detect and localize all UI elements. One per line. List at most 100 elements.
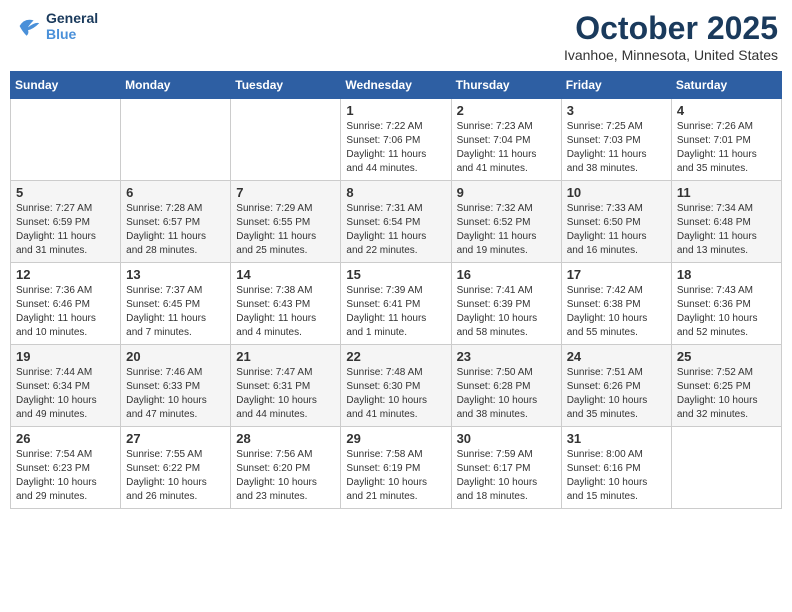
day-info: Sunrise: 7:44 AMSunset: 6:34 PMDaylight:… — [16, 366, 115, 422]
day-info: Sunrise: 7:36 AMSunset: 6:46 PMDaylight:… — [16, 284, 115, 340]
day-info: Sunrise: 7:42 AMSunset: 6:38 PMDaylight:… — [567, 284, 666, 340]
day-info: Sunrise: 7:32 AMSunset: 6:52 PMDaylight:… — [457, 202, 556, 258]
day-info: Sunrise: 7:26 AMSunset: 7:01 PMDaylight:… — [677, 120, 776, 176]
day-number: 1 — [346, 103, 445, 118]
day-info: Sunrise: 7:38 AMSunset: 6:43 PMDaylight:… — [236, 284, 335, 340]
day-cell: 26 Sunrise: 7:54 AMSunset: 6:23 PMDaylig… — [11, 427, 121, 509]
day-number: 10 — [567, 185, 666, 200]
day-number: 11 — [677, 185, 776, 200]
day-cell: 3 Sunrise: 7:25 AMSunset: 7:03 PMDayligh… — [561, 99, 671, 181]
weekday-header-saturday: Saturday — [671, 72, 781, 99]
day-info: Sunrise: 7:31 AMSunset: 6:54 PMDaylight:… — [346, 202, 445, 258]
day-info: Sunrise: 7:23 AMSunset: 7:04 PMDaylight:… — [457, 120, 556, 176]
location-text: Ivanhoe, Minnesota, United States — [564, 47, 778, 63]
day-info: Sunrise: 7:47 AMSunset: 6:31 PMDaylight:… — [236, 366, 335, 422]
day-number: 31 — [567, 431, 666, 446]
day-number: 7 — [236, 185, 335, 200]
day-cell — [231, 99, 341, 181]
day-number: 16 — [457, 267, 556, 282]
day-number: 9 — [457, 185, 556, 200]
day-cell: 27 Sunrise: 7:55 AMSunset: 6:22 PMDaylig… — [121, 427, 231, 509]
day-number: 24 — [567, 349, 666, 364]
day-info: Sunrise: 7:43 AMSunset: 6:36 PMDaylight:… — [677, 284, 776, 340]
day-cell: 21 Sunrise: 7:47 AMSunset: 6:31 PMDaylig… — [231, 345, 341, 427]
day-number: 28 — [236, 431, 335, 446]
day-number: 30 — [457, 431, 556, 446]
day-cell: 18 Sunrise: 7:43 AMSunset: 6:36 PMDaylig… — [671, 263, 781, 345]
week-row-3: 12 Sunrise: 7:36 AMSunset: 6:46 PMDaylig… — [11, 263, 782, 345]
day-cell: 11 Sunrise: 7:34 AMSunset: 6:48 PMDaylig… — [671, 181, 781, 263]
day-info: Sunrise: 7:27 AMSunset: 6:59 PMDaylight:… — [16, 202, 115, 258]
day-cell — [121, 99, 231, 181]
logo: General Blue — [14, 10, 98, 42]
day-cell: 19 Sunrise: 7:44 AMSunset: 6:34 PMDaylig… — [11, 345, 121, 427]
day-number: 14 — [236, 267, 335, 282]
day-info: Sunrise: 7:33 AMSunset: 6:50 PMDaylight:… — [567, 202, 666, 258]
day-cell: 5 Sunrise: 7:27 AMSunset: 6:59 PMDayligh… — [11, 181, 121, 263]
day-cell: 25 Sunrise: 7:52 AMSunset: 6:25 PMDaylig… — [671, 345, 781, 427]
day-info: Sunrise: 7:39 AMSunset: 6:41 PMDaylight:… — [346, 284, 445, 340]
weekday-header-sunday: Sunday — [11, 72, 121, 99]
day-number: 17 — [567, 267, 666, 282]
day-info: Sunrise: 8:00 AMSunset: 6:16 PMDaylight:… — [567, 448, 666, 504]
weekday-header-row: SundayMondayTuesdayWednesdayThursdayFrid… — [11, 72, 782, 99]
day-number: 29 — [346, 431, 445, 446]
day-info: Sunrise: 7:46 AMSunset: 6:33 PMDaylight:… — [126, 366, 225, 422]
day-info: Sunrise: 7:48 AMSunset: 6:30 PMDaylight:… — [346, 366, 445, 422]
day-cell: 24 Sunrise: 7:51 AMSunset: 6:26 PMDaylig… — [561, 345, 671, 427]
day-cell: 13 Sunrise: 7:37 AMSunset: 6:45 PMDaylig… — [121, 263, 231, 345]
day-cell: 17 Sunrise: 7:42 AMSunset: 6:38 PMDaylig… — [561, 263, 671, 345]
day-number: 2 — [457, 103, 556, 118]
weekday-header-wednesday: Wednesday — [341, 72, 451, 99]
day-number: 4 — [677, 103, 776, 118]
day-info: Sunrise: 7:58 AMSunset: 6:19 PMDaylight:… — [346, 448, 445, 504]
day-number: 25 — [677, 349, 776, 364]
logo-text-line1: General — [46, 10, 98, 26]
day-number: 8 — [346, 185, 445, 200]
day-cell: 8 Sunrise: 7:31 AMSunset: 6:54 PMDayligh… — [341, 181, 451, 263]
day-info: Sunrise: 7:22 AMSunset: 7:06 PMDaylight:… — [346, 120, 445, 176]
day-info: Sunrise: 7:41 AMSunset: 6:39 PMDaylight:… — [457, 284, 556, 340]
day-number: 13 — [126, 267, 225, 282]
day-cell: 9 Sunrise: 7:32 AMSunset: 6:52 PMDayligh… — [451, 181, 561, 263]
day-info: Sunrise: 7:54 AMSunset: 6:23 PMDaylight:… — [16, 448, 115, 504]
day-cell — [11, 99, 121, 181]
day-cell: 6 Sunrise: 7:28 AMSunset: 6:57 PMDayligh… — [121, 181, 231, 263]
weekday-header-monday: Monday — [121, 72, 231, 99]
day-info: Sunrise: 7:56 AMSunset: 6:20 PMDaylight:… — [236, 448, 335, 504]
week-row-2: 5 Sunrise: 7:27 AMSunset: 6:59 PMDayligh… — [11, 181, 782, 263]
day-cell: 31 Sunrise: 8:00 AMSunset: 6:16 PMDaylig… — [561, 427, 671, 509]
day-info: Sunrise: 7:29 AMSunset: 6:55 PMDaylight:… — [236, 202, 335, 258]
month-title: October 2025 — [564, 10, 778, 47]
logo-icon — [14, 12, 42, 40]
day-number: 15 — [346, 267, 445, 282]
day-cell: 1 Sunrise: 7:22 AMSunset: 7:06 PMDayligh… — [341, 99, 451, 181]
day-cell: 22 Sunrise: 7:48 AMSunset: 6:30 PMDaylig… — [341, 345, 451, 427]
day-number: 12 — [16, 267, 115, 282]
day-info: Sunrise: 7:59 AMSunset: 6:17 PMDaylight:… — [457, 448, 556, 504]
day-info: Sunrise: 7:25 AMSunset: 7:03 PMDaylight:… — [567, 120, 666, 176]
day-cell: 7 Sunrise: 7:29 AMSunset: 6:55 PMDayligh… — [231, 181, 341, 263]
weekday-header-tuesday: Tuesday — [231, 72, 341, 99]
day-number: 21 — [236, 349, 335, 364]
day-info: Sunrise: 7:34 AMSunset: 6:48 PMDaylight:… — [677, 202, 776, 258]
day-number: 18 — [677, 267, 776, 282]
day-info: Sunrise: 7:51 AMSunset: 6:26 PMDaylight:… — [567, 366, 666, 422]
day-cell: 28 Sunrise: 7:56 AMSunset: 6:20 PMDaylig… — [231, 427, 341, 509]
day-info: Sunrise: 7:52 AMSunset: 6:25 PMDaylight:… — [677, 366, 776, 422]
weekday-header-thursday: Thursday — [451, 72, 561, 99]
day-cell: 15 Sunrise: 7:39 AMSunset: 6:41 PMDaylig… — [341, 263, 451, 345]
calendar-table: SundayMondayTuesdayWednesdayThursdayFrid… — [10, 71, 782, 509]
day-number: 19 — [16, 349, 115, 364]
day-cell: 4 Sunrise: 7:26 AMSunset: 7:01 PMDayligh… — [671, 99, 781, 181]
day-cell: 2 Sunrise: 7:23 AMSunset: 7:04 PMDayligh… — [451, 99, 561, 181]
day-number: 27 — [126, 431, 225, 446]
day-cell — [671, 427, 781, 509]
day-cell: 30 Sunrise: 7:59 AMSunset: 6:17 PMDaylig… — [451, 427, 561, 509]
day-info: Sunrise: 7:37 AMSunset: 6:45 PMDaylight:… — [126, 284, 225, 340]
day-cell: 23 Sunrise: 7:50 AMSunset: 6:28 PMDaylig… — [451, 345, 561, 427]
week-row-4: 19 Sunrise: 7:44 AMSunset: 6:34 PMDaylig… — [11, 345, 782, 427]
week-row-1: 1 Sunrise: 7:22 AMSunset: 7:06 PMDayligh… — [11, 99, 782, 181]
day-cell: 14 Sunrise: 7:38 AMSunset: 6:43 PMDaylig… — [231, 263, 341, 345]
page-header: General Blue October 2025 Ivanhoe, Minne… — [10, 10, 782, 63]
